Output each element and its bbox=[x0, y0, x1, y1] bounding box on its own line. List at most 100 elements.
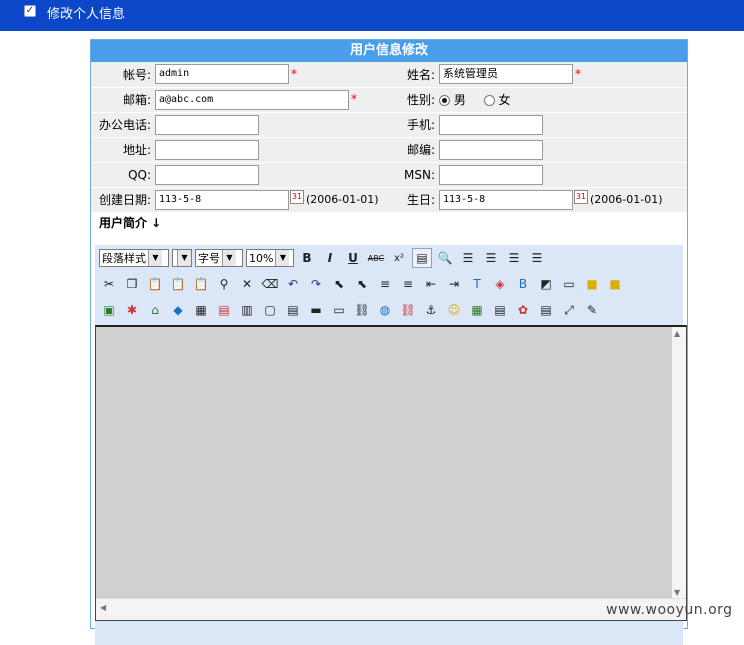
emoticon-icon[interactable]: ☺ bbox=[444, 300, 464, 320]
insert-table-icon[interactable]: ▦ bbox=[191, 300, 211, 320]
address-label: 地址: bbox=[91, 137, 155, 163]
paragraph-style-select[interactable]: 段落样式 ▼ bbox=[99, 249, 169, 267]
insert-page-icon[interactable]: ▤ bbox=[283, 300, 303, 320]
birthday-input[interactable]: 113-5-8 bbox=[439, 189, 573, 210]
paste-text-icon[interactable]: 📋 bbox=[168, 274, 188, 294]
msn-label: MSN: bbox=[389, 162, 439, 188]
font-family-select[interactable]: ▼ bbox=[172, 249, 192, 267]
align-left-icon[interactable]: ☰ bbox=[458, 248, 478, 268]
scroll-down-icon[interactable]: ▼ bbox=[674, 588, 680, 597]
fill-icon[interactable]: ◩ bbox=[536, 274, 556, 294]
source-mode-icon[interactable]: ▤ bbox=[412, 248, 432, 268]
account-input[interactable]: admin bbox=[155, 64, 289, 85]
zip-input[interactable] bbox=[439, 139, 543, 160]
insert-column-icon[interactable]: ▥ bbox=[237, 300, 257, 320]
insert-symbol-icon[interactable]: ✿ bbox=[513, 300, 533, 320]
vertical-scrollbar[interactable]: ▲ ▼ bbox=[672, 327, 686, 599]
insert-image-icon[interactable]: ▣ bbox=[99, 300, 119, 320]
gender-female-label: 女 bbox=[498, 93, 511, 107]
qq-input[interactable] bbox=[155, 164, 259, 185]
horizontal-scrollbar[interactable]: ◀ bbox=[96, 598, 686, 620]
scroll-left-icon[interactable]: ◀ bbox=[100, 603, 106, 612]
watermark: www.wooyun.org bbox=[606, 602, 733, 618]
select-all-icon[interactable]: ⬉ bbox=[352, 274, 372, 294]
layer-forward-icon[interactable]: ■ bbox=[605, 274, 625, 294]
insert-file-icon[interactable]: ◆ bbox=[168, 300, 188, 320]
find-icon[interactable]: 🔍 bbox=[435, 248, 455, 268]
strikethrough-button[interactable]: ABC bbox=[366, 248, 386, 268]
redo-icon[interactable]: ↷ bbox=[306, 274, 326, 294]
created-date-hint: (2006-01-01) bbox=[306, 193, 379, 206]
toolbar-row-2: ✂ ❐ 📋 📋 📋 ⚲ ✕ ⌫ ↶ ↷ ⬉ ⬉ ≡ ≡ ⇤ ⇥ T ◈ B ◩ … bbox=[95, 271, 683, 297]
align-right-icon[interactable]: ☰ bbox=[504, 248, 524, 268]
text-color-icon[interactable]: T bbox=[467, 274, 487, 294]
ordered-list-icon[interactable]: ≡ bbox=[375, 274, 395, 294]
anchor-icon[interactable]: ⚓ bbox=[421, 300, 441, 320]
page-title: 修改个人信息 bbox=[47, 7, 126, 22]
gender-male-radio[interactable] bbox=[439, 95, 450, 106]
user-info-panel: 用户信息修改 帐号: admin * 姓名: 系统管理员 * 邮箱: a@abc.c… bbox=[90, 39, 688, 645]
rich-text-editor: 段落样式 ▼ ▼ 字号 ▼ 10% ▼ B I U ABC x² ▤ 🔍 ☰ ☰ ☰ … bbox=[95, 245, 687, 645]
border-icon[interactable]: ▭ bbox=[559, 274, 579, 294]
editor-content-area[interactable]: ▲ ▼ ◀ bbox=[95, 325, 687, 621]
outdent-icon[interactable]: ⇤ bbox=[421, 274, 441, 294]
unordered-list-icon[interactable]: ≡ bbox=[398, 274, 418, 294]
italic-button[interactable]: I bbox=[320, 248, 340, 268]
undo-icon[interactable]: ↶ bbox=[283, 274, 303, 294]
email-input[interactable]: a@abc.com bbox=[155, 89, 349, 110]
font-size-select[interactable]: 字号 ▼ bbox=[195, 249, 243, 267]
required-mark: * bbox=[351, 92, 357, 106]
paste-word-icon[interactable]: 📋 bbox=[191, 274, 211, 294]
qq-label: QQ: bbox=[91, 162, 155, 188]
insert-media-icon[interactable]: ⌂ bbox=[145, 300, 165, 320]
name-input[interactable]: 系统管理员 bbox=[439, 64, 573, 85]
bold-button[interactable]: B bbox=[297, 248, 317, 268]
zoom-value: 10% bbox=[249, 251, 274, 265]
insert-flash-icon[interactable]: ✱ bbox=[122, 300, 142, 320]
copy-icon[interactable]: ❐ bbox=[122, 274, 142, 294]
eraser-icon[interactable]: ⌫ bbox=[260, 274, 280, 294]
name-label: 姓名: bbox=[389, 62, 439, 88]
insert-form-icon[interactable]: ▤ bbox=[536, 300, 556, 320]
zoom-select[interactable]: 10% ▼ bbox=[246, 249, 294, 267]
insert-marquee-icon[interactable]: ▭ bbox=[329, 300, 349, 320]
help-icon[interactable]: ✎ bbox=[582, 300, 602, 320]
superscript-button[interactable]: x² bbox=[389, 248, 409, 268]
mobile-label: 手机: bbox=[389, 112, 439, 138]
panel-title: 用户信息修改 bbox=[91, 40, 687, 62]
highlight-color-icon[interactable]: ◈ bbox=[490, 274, 510, 294]
background-color-icon[interactable]: B bbox=[513, 274, 533, 294]
msn-input[interactable] bbox=[439, 164, 543, 185]
align-center-icon[interactable]: ☰ bbox=[481, 248, 501, 268]
created-date-label: 创建日期: bbox=[91, 187, 155, 213]
calendar-icon[interactable]: 31 bbox=[574, 189, 588, 204]
insert-date-icon[interactable]: ▤ bbox=[490, 300, 510, 320]
layer-icon[interactable]: ■ bbox=[582, 274, 602, 294]
insert-link-icon[interactable]: ⛓ bbox=[352, 300, 372, 320]
gender-female-radio[interactable] bbox=[483, 95, 495, 106]
insert-special-icon[interactable]: ▦ bbox=[467, 300, 487, 320]
office-phone-input[interactable] bbox=[155, 114, 259, 135]
scroll-up-icon[interactable]: ▲ bbox=[674, 329, 680, 338]
web-globe-icon[interactable]: ◍ bbox=[375, 300, 395, 320]
select-pointer-icon[interactable]: ⬉ bbox=[329, 274, 349, 294]
toolbar-row-1: 段落样式 ▼ ▼ 字号 ▼ 10% ▼ B I U ABC x² ▤ 🔍 ☰ ☰ ☰ … bbox=[95, 245, 683, 271]
chevron-down-icon: ▼ bbox=[275, 250, 290, 266]
address-input[interactable] bbox=[155, 139, 259, 160]
underline-button[interactable]: U bbox=[343, 248, 363, 268]
unlink-icon[interactable]: ⛓ bbox=[398, 300, 418, 320]
binoculars-icon[interactable]: ⚲ bbox=[214, 274, 234, 294]
insert-row-icon[interactable]: ▤ bbox=[214, 300, 234, 320]
cut-icon[interactable]: ✂ bbox=[99, 274, 119, 294]
created-date-input[interactable]: 113-5-8 bbox=[155, 189, 289, 210]
align-justify-icon[interactable]: ☰ bbox=[527, 248, 547, 268]
insert-line-icon[interactable]: ▬ bbox=[306, 300, 326, 320]
indent-icon[interactable]: ⇥ bbox=[444, 274, 464, 294]
chevron-down-icon: ▼ bbox=[177, 250, 191, 266]
insert-frame-icon[interactable]: ▢ bbox=[260, 300, 280, 320]
fullscreen-icon[interactable]: ⤢ bbox=[559, 300, 579, 320]
paste-icon[interactable]: 📋 bbox=[145, 274, 165, 294]
delete-icon[interactable]: ✕ bbox=[237, 274, 257, 294]
calendar-icon[interactable]: 31 bbox=[290, 189, 304, 204]
mobile-input[interactable] bbox=[439, 114, 543, 135]
